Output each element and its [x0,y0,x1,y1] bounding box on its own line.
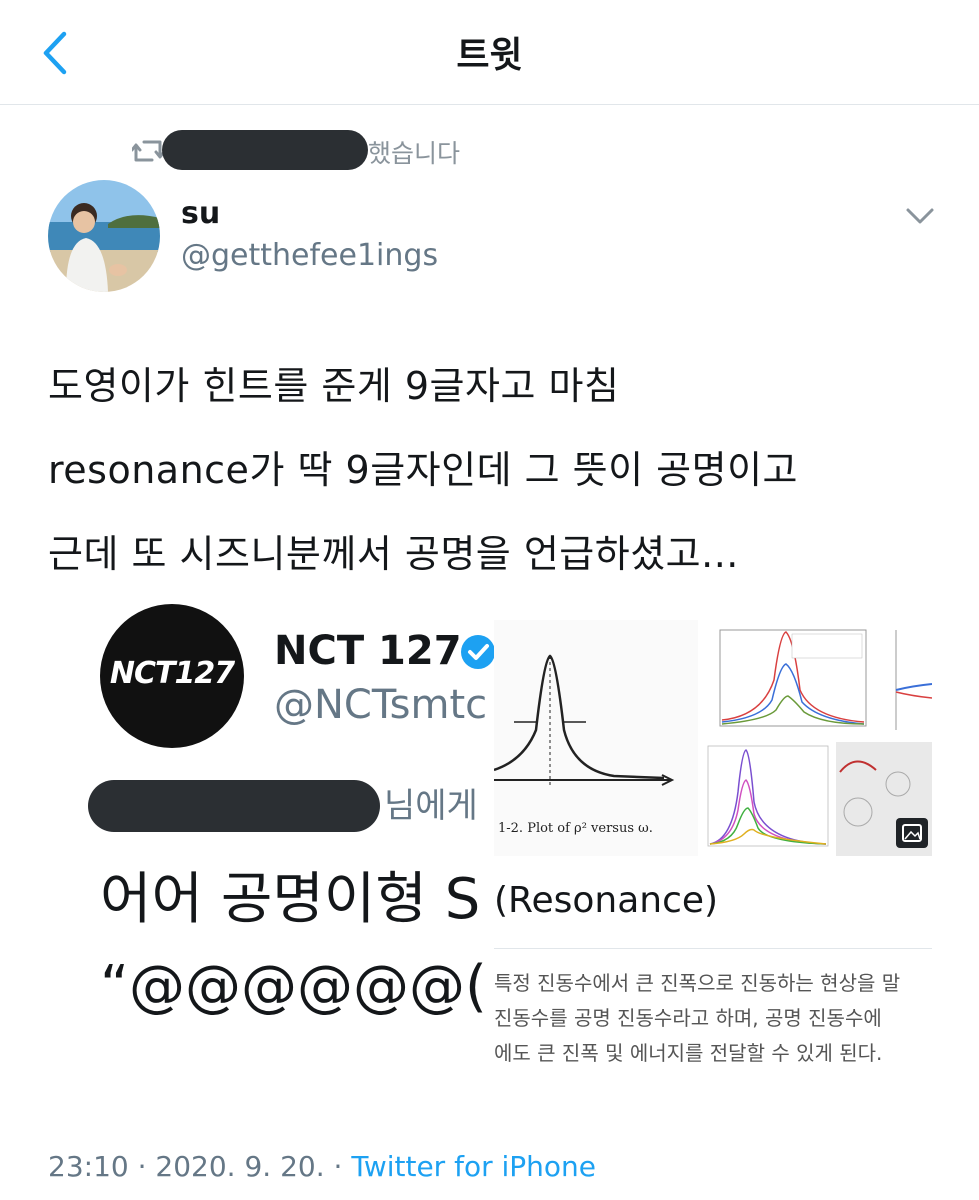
tweet-metadata: 23:10 · 2020. 9. 20. · Twitter for iPhon… [48,1150,596,1183]
image-icon [902,824,922,842]
definition-line: 진동수를 공명 진동수라고 하며, 공명 진동수에 [494,1006,882,1030]
tweet-text: 도영이가 힌트를 준게 9글자고 마침 resonance가 딱 9글자인데 그… [48,344,948,596]
definition-title: (Resonance) [494,880,719,921]
plot-thumbnail [702,742,832,856]
avatar-photo [48,180,160,292]
definition-text: 특정 진동수에서 큰 진폭으로 진동하는 현상을 말 진동수를 공명 진동수라고… [494,966,932,1071]
retweet-label: 했습니다 [368,139,461,168]
nct127-logo: NCT127 [100,604,244,748]
tweet-line: 근데 또 시즈니분께서 공명을 언급하셨고... [48,532,739,576]
logo-text: NCT127 [109,656,235,691]
avatar[interactable] [48,180,160,292]
verified-badge-icon [461,635,495,669]
plot-thumbnail-graph [719,629,867,727]
navigation-header: 트윗 [0,0,979,105]
screenshot-mention-suffix: 님에게 [384,786,478,826]
plot-thumbnail [702,620,872,738]
redacted-username [162,130,368,170]
screenshot-account-name: NCT 127 [274,628,462,674]
search-result-overlay: 1-2. Plot of ρ² versus ω. (Resonance) 특정… [494,620,932,1080]
separator: · [333,1150,343,1183]
resonance-plot-image: 1-2. Plot of ρ² versus ω. [494,620,698,856]
divider [494,948,932,949]
plot-thumbnail-graph [895,630,932,730]
tweet-source-link[interactable]: Twitter for iPhone [351,1150,596,1183]
screenshot-quote-text: “@@@@@@( [100,954,487,1019]
plot-thumbnail [876,620,932,738]
resonance-curve-plot: 1-2. Plot of ρ² versus ω. [494,654,675,836]
plot-caption: 1-2. Plot of ρ² versus ω. [498,821,653,836]
tweet-date: 2020. 9. 20. [155,1150,325,1183]
separator: · [137,1150,147,1183]
plot-thumbnail-graph [707,745,829,847]
tweet-line: 도영이가 힌트를 준게 9글자고 마침 [48,364,620,408]
tweet-media-image[interactable]: NCT127 NCT 127 @NCTsmtc 님에게 어어 공명이형 S “@… [48,592,932,1080]
retweet-icon [132,140,164,162]
chevron-down-icon[interactable] [904,205,936,227]
gallery-icon[interactable] [896,818,928,848]
author-handle[interactable]: @getthefee1ings [181,238,438,273]
definition-line: 에도 큰 진폭 및 에너지를 전달할 수 있게 된다. [494,1041,883,1065]
tweet-line: resonance가 딱 9글자인데 그 뜻이 공명이고 [48,448,798,492]
definition-line: 특정 진동수에서 큰 진폭으로 진동하는 현상을 말 [494,971,901,995]
redacted-mention [88,780,380,832]
author-name[interactable]: su [181,196,220,231]
page-title: 트윗 [456,35,523,76]
tweet-time: 23:10 [48,1150,129,1183]
screenshot-reply-text: 어어 공명이형 S [100,867,481,932]
screenshot-account-handle: @NCTsmtc [274,682,488,728]
